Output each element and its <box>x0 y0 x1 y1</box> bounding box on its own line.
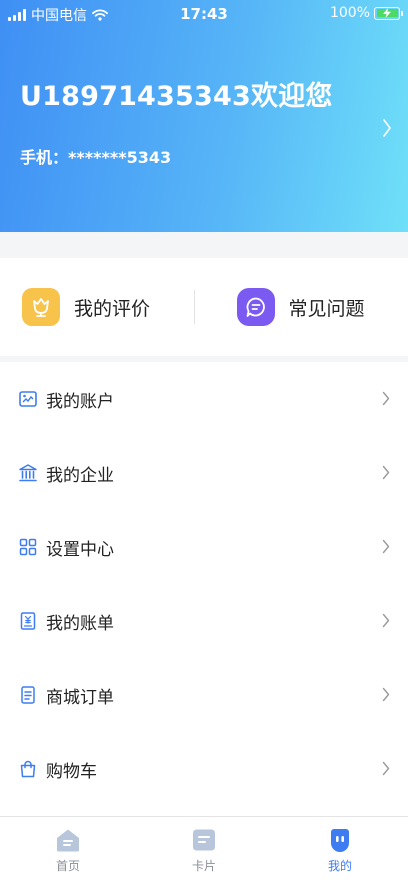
chevron-right-icon <box>382 465 390 480</box>
bank-building-icon <box>18 463 38 483</box>
chevron-right-icon <box>382 539 390 554</box>
chevron-right-icon <box>382 391 390 406</box>
tab-home[interactable]: 首页 <box>0 817 136 883</box>
faq-button[interactable]: 常见问题 <box>195 288 408 326</box>
menu-item-my-bills[interactable]: 我的账单 <box>0 584 408 658</box>
grid-icon <box>18 537 38 557</box>
bill-icon <box>18 611 38 631</box>
profile-header[interactable]: 中国电信 17:43 100% U18971435343欢迎您 手机：*****… <box>0 0 408 232</box>
menu-label: 商城订单 <box>46 687 114 708</box>
welcome-title: U18971435343欢迎您 <box>20 81 333 112</box>
tab-mine[interactable]: 我的 <box>272 817 408 883</box>
account-card-icon <box>18 389 38 409</box>
tab-cards[interactable]: 卡片 <box>136 817 272 883</box>
chevron-right-icon <box>382 761 390 776</box>
menu-item-mall-orders[interactable]: 商城订单 <box>0 658 408 732</box>
chevron-right-icon[interactable] <box>382 118 392 138</box>
quick-actions: 我的评价 常见问题 <box>0 258 408 356</box>
tab-label: 我的 <box>327 859 352 873</box>
battery-percent: 100% <box>329 5 370 21</box>
menu-item-shopping-cart[interactable]: 购物车 <box>0 732 408 806</box>
card-icon <box>191 827 217 853</box>
menu-list: 我的账户 我的企业 设置中心 我的账单 商城订单 购物车 <box>0 362 408 816</box>
my-reviews-label: 我的评价 <box>74 297 151 320</box>
menu-item-my-company[interactable]: 我的企业 <box>0 436 408 510</box>
chevron-right-icon <box>382 613 390 628</box>
faq-label: 常见问题 <box>288 297 365 320</box>
chevron-right-icon <box>382 687 390 702</box>
menu-item-my-account[interactable]: 我的账户 <box>0 362 408 436</box>
status-bar: 中国电信 17:43 100% <box>0 0 408 28</box>
my-reviews-button[interactable]: 我的评价 <box>0 288 194 326</box>
profile-face-icon <box>327 827 353 853</box>
menu-label: 购物车 <box>46 761 97 782</box>
order-list-icon <box>18 685 38 705</box>
menu-label: 我的账户 <box>46 391 114 412</box>
status-right: 100% <box>329 5 403 21</box>
menu-item-settings[interactable]: 设置中心 <box>0 510 408 584</box>
tab-label: 卡片 <box>191 859 216 873</box>
battery-icon <box>374 6 403 20</box>
flower-icon <box>22 288 60 326</box>
tab-label: 首页 <box>55 859 80 873</box>
shopping-bag-icon <box>18 759 38 779</box>
home-icon <box>55 827 81 853</box>
menu-label: 我的账单 <box>46 613 114 634</box>
menu-label: 设置中心 <box>46 539 114 560</box>
menu-label: 我的企业 <box>46 465 114 486</box>
bottom-tab-bar: 首页 卡片 我的 <box>0 816 408 883</box>
phone-number: 手机：*******5343 <box>20 148 172 167</box>
chat-bubble-icon <box>236 288 275 326</box>
